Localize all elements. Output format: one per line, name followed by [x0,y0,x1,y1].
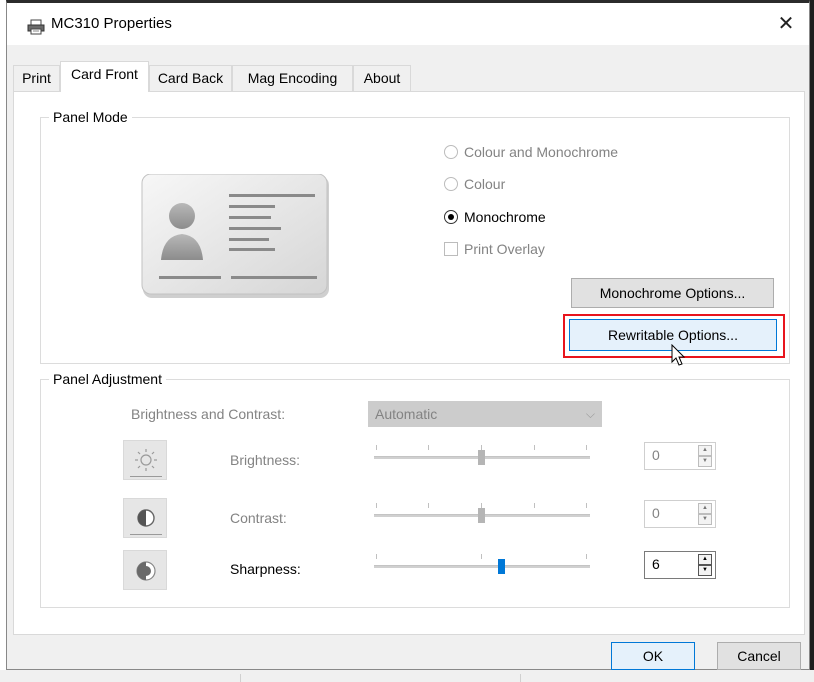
background-right-edge [810,0,814,682]
radio-label: Monochrome [464,207,546,227]
slider-tick [534,445,535,450]
sharpness-icon [123,550,167,590]
brightness-spinner[interactable]: 0 ▲ ▼ [644,442,716,470]
slider-track [374,565,590,568]
slider-tick [428,503,429,508]
card-front-panel: Panel Mode [13,91,805,635]
brightness-contrast-dropdown[interactable]: Automatic ⌵ [368,401,602,427]
slider-tick [376,554,377,559]
slider-tick [376,503,377,508]
brightness-slider[interactable] [374,445,590,469]
spinner-value: 0 [652,505,660,521]
tab-card-front[interactable]: Card Front [60,61,149,92]
panel-adjustment-group: Panel Adjustment Brightness and Contrast… [40,379,790,608]
printer-icon [27,19,45,38]
sharpness-label: Sharpness: [230,560,301,578]
monochrome-options-button[interactable]: Monochrome Options... [571,278,774,308]
id-card-illustration [141,174,331,303]
checkbox-box [444,242,458,256]
spinner-down-icon[interactable]: ▼ [698,456,712,467]
contrast-icon [123,498,167,538]
strip-divider [240,674,241,682]
close-button[interactable]: ✕ [763,3,809,45]
brightness-contrast-label: Brightness and Contrast: [131,405,285,423]
spinner-up-icon[interactable]: ▲ [698,445,712,456]
slider-thumb[interactable] [498,559,505,574]
contrast-slider[interactable] [374,503,590,527]
contrast-label: Contrast: [230,509,287,527]
radio-label: Colour [464,174,505,194]
tab-card-back[interactable]: Card Back [149,65,232,91]
spinner-down-icon[interactable]: ▼ [698,565,712,576]
slider-tick [481,554,482,559]
sharpness-slider[interactable] [374,554,590,578]
window-title: MC310 Properties [51,15,172,32]
slider-tick [534,503,535,508]
slider-tick [376,445,377,450]
slider-thumb[interactable] [478,450,485,465]
properties-dialog: MC310 Properties ✕ Print Card Front Card… [6,0,810,670]
strip-divider [520,674,521,682]
cancel-button[interactable]: Cancel [717,642,801,670]
dropdown-value: Automatic [375,406,437,422]
sun-icon [123,440,167,480]
slider-tick [428,445,429,450]
tab-about[interactable]: About [353,65,411,91]
spinner-value: 6 [652,556,660,572]
title-bar[interactable]: MC310 Properties ✕ [7,3,809,45]
mouse-cursor-icon [671,344,687,371]
panel-adjustment-legend: Panel Adjustment [49,370,166,388]
spinner-down-icon[interactable]: ▼ [698,514,712,525]
spinner-up-icon[interactable]: ▲ [698,554,712,565]
ok-button[interactable]: OK [611,642,695,670]
slider-tick [586,554,587,559]
chevron-down-icon: ⌵ [586,402,595,426]
checkbox-label: Print Overlay [464,239,545,259]
tab-print[interactable]: Print [13,65,60,91]
radio-circle [444,145,458,159]
slider-thumb[interactable] [478,508,485,523]
background-taskbar-strip [0,670,814,682]
slider-tick [586,445,587,450]
panel-mode-group: Panel Mode [40,117,790,364]
tab-mag-encoding[interactable]: Mag Encoding [232,65,353,91]
radio-circle-selected [444,210,458,224]
contrast-spinner[interactable]: 0 ▲ ▼ [644,500,716,528]
panel-mode-legend: Panel Mode [49,108,132,126]
radio-circle [444,177,458,191]
brightness-label: Brightness: [230,451,300,469]
slider-tick [586,503,587,508]
sharpness-spinner[interactable]: 6 ▲ ▼ [644,551,716,579]
radio-label: Colour and Monochrome [464,142,618,162]
spinner-up-icon[interactable]: ▲ [698,503,712,514]
spinner-value: 0 [652,447,660,463]
